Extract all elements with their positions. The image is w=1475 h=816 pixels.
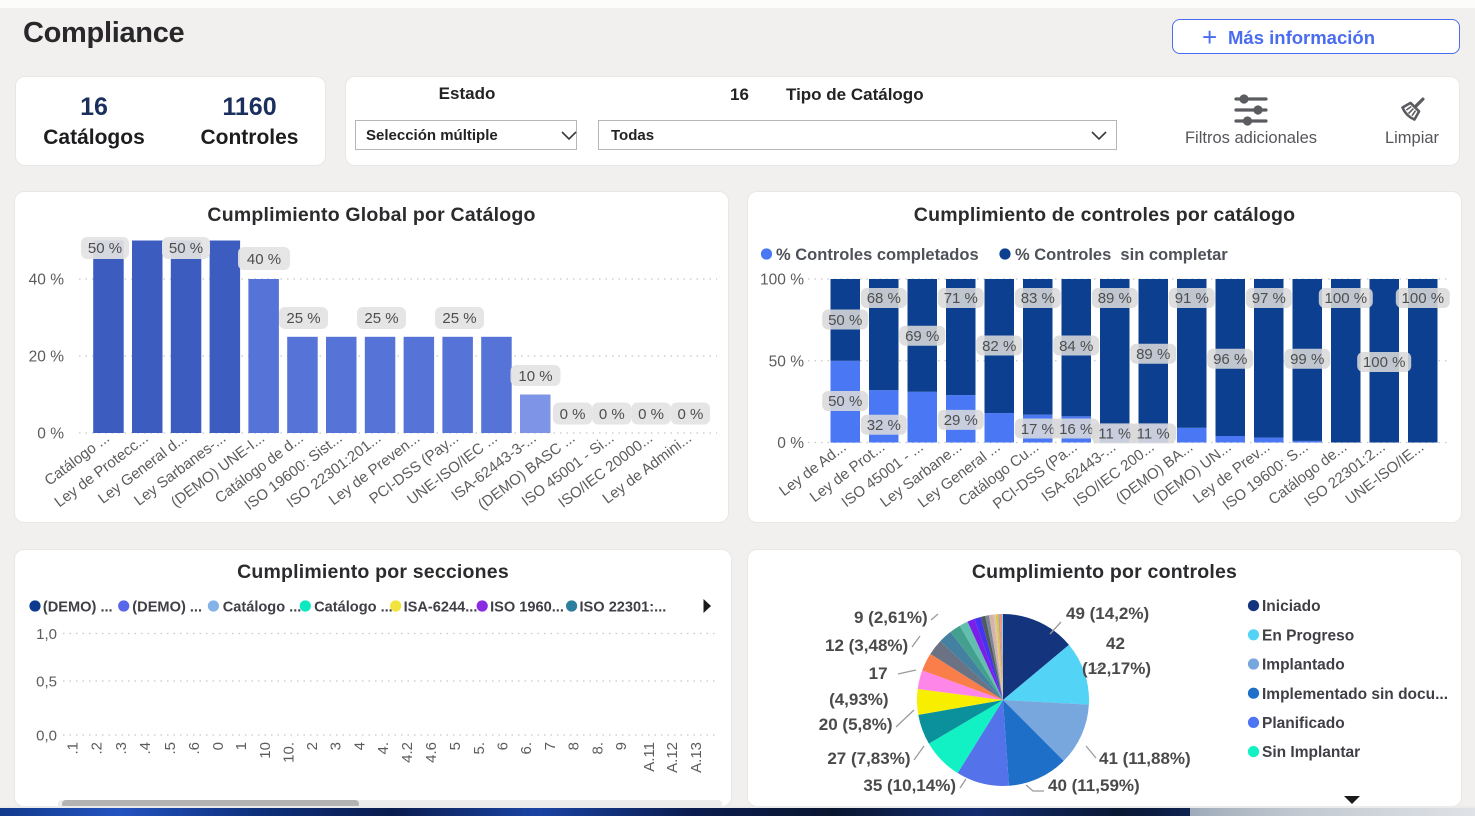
svg-text:6: 6 <box>495 742 512 750</box>
svg-text:35 (10,14%): 35 (10,14%) <box>863 776 956 795</box>
svg-text:Implementado sin docu...: Implementado sin docu... <box>1262 686 1448 703</box>
svg-text:Planificado: Planificado <box>1262 715 1345 732</box>
svg-text:2: 2 <box>304 742 321 750</box>
svg-text:89 %: 89 % <box>1136 346 1170 363</box>
svg-text:% Controles sin completar: % Controles sin completar <box>1015 246 1228 264</box>
svg-text:91 %: 91 % <box>1175 290 1209 307</box>
svg-text:40 %: 40 % <box>29 272 65 289</box>
svg-text:17 %: 17 % <box>1021 421 1055 438</box>
svg-text:5: 5 <box>447 742 464 750</box>
svg-text:ISO 22301:...: ISO 22301:... <box>580 600 667 616</box>
svg-text:20 %: 20 % <box>29 349 65 366</box>
svg-text:40 (11,59%): 40 (11,59%) <box>1048 776 1140 795</box>
svg-text:5.: 5. <box>471 742 488 755</box>
svg-text:10.: 10. <box>281 742 298 763</box>
svg-text:A.12: A.12 <box>664 742 681 773</box>
svg-text:9: 9 <box>613 742 630 750</box>
svg-text:4: 4 <box>352 742 369 750</box>
svg-text:4.6: 4.6 <box>423 742 440 763</box>
svg-text:0,0: 0,0 <box>36 728 57 745</box>
svg-text:% Controles completados: % Controles completados <box>776 246 979 264</box>
svg-text:.1: .1 <box>65 742 82 755</box>
svg-text:12 (3,48%): 12 (3,48%) <box>825 636 908 655</box>
svg-text:(DEMO) ...: (DEMO) ... <box>43 600 113 616</box>
svg-text:0 %: 0 % <box>777 435 804 452</box>
svg-text:17: 17 <box>869 664 888 683</box>
svg-text:84 %: 84 % <box>1059 338 1093 355</box>
svg-text:Catálogo ...: Catálogo ... <box>314 600 393 616</box>
svg-text:0: 0 <box>210 742 227 750</box>
svg-text:A.13: A.13 <box>688 742 705 773</box>
svg-text:25 %: 25 % <box>364 310 398 327</box>
svg-text:0 %: 0 % <box>677 406 703 423</box>
svg-text:6.: 6. <box>518 742 535 755</box>
svg-text:89 %: 89 % <box>1098 290 1132 307</box>
svg-text:82 %: 82 % <box>982 338 1016 355</box>
svg-text:41 (11,88%): 41 (11,88%) <box>1099 749 1191 768</box>
svg-text:83 %: 83 % <box>1021 290 1055 307</box>
svg-text:8.: 8. <box>590 742 607 755</box>
svg-text:49 (14,2%): 49 (14,2%) <box>1066 604 1149 623</box>
svg-text:20 (5,8%): 20 (5,8%) <box>819 715 893 734</box>
svg-text:32 %: 32 % <box>867 417 901 434</box>
svg-text:50 %: 50 % <box>828 312 862 329</box>
svg-text:0 %: 0 % <box>638 406 664 423</box>
svg-text:ISO 1960...: ISO 1960... <box>490 600 564 616</box>
svg-text:25 %: 25 % <box>286 310 320 327</box>
svg-text:100 %: 100 % <box>760 272 804 289</box>
svg-text:4.: 4. <box>375 742 392 755</box>
svg-text:0 %: 0 % <box>599 406 625 423</box>
svg-text:29 %: 29 % <box>944 412 978 429</box>
svg-text:16 %: 16 % <box>1059 421 1093 438</box>
svg-text:Iniciado: Iniciado <box>1262 598 1321 615</box>
svg-text:Sin Implantar: Sin Implantar <box>1262 744 1360 761</box>
svg-text:11 %: 11 % <box>1137 426 1170 443</box>
svg-text:ISA-6244...: ISA-6244... <box>404 600 478 616</box>
svg-text:71 %: 71 % <box>944 290 978 307</box>
svg-text:10 %: 10 % <box>518 368 552 385</box>
svg-text:68 %: 68 % <box>867 290 901 307</box>
svg-text:99 %: 99 % <box>1290 351 1324 368</box>
svg-text:3: 3 <box>328 742 345 750</box>
svg-text:42: 42 <box>1106 634 1125 653</box>
svg-text:96 %: 96 % <box>1213 351 1247 368</box>
svg-text:.6: .6 <box>186 742 203 755</box>
svg-text:69 %: 69 % <box>905 328 939 345</box>
svg-text:25 %: 25 % <box>442 310 476 327</box>
svg-text:8: 8 <box>566 742 583 750</box>
svg-text:0,5: 0,5 <box>36 674 57 691</box>
svg-text:97 %: 97 % <box>1252 290 1286 307</box>
svg-text:50 %: 50 % <box>169 240 203 257</box>
svg-text:A.11: A.11 <box>641 742 658 772</box>
svg-text:.4: .4 <box>137 742 154 755</box>
svg-text:.3: .3 <box>113 742 130 755</box>
svg-text:.2: .2 <box>89 742 106 755</box>
svg-text:27 (7,83%): 27 (7,83%) <box>827 749 910 768</box>
svg-text:100 %: 100 % <box>1363 354 1406 371</box>
svg-text:4.2: 4.2 <box>399 742 416 763</box>
svg-text:Catálogo ...: Catálogo ... <box>223 600 302 616</box>
svg-text:En Progreso: En Progreso <box>1262 627 1354 644</box>
svg-text:100 %: 100 % <box>1402 290 1445 307</box>
svg-text:11 %: 11 % <box>1098 426 1131 443</box>
svg-text:0 %: 0 % <box>37 426 64 443</box>
svg-text:(DEMO) ...: (DEMO) ... <box>132 600 202 616</box>
svg-text:7: 7 <box>542 742 559 750</box>
svg-text:9 (2,61%): 9 (2,61%) <box>854 608 928 627</box>
svg-text:1: 1 <box>233 742 250 750</box>
svg-text:40 %: 40 % <box>247 251 281 268</box>
svg-text:10: 10 <box>257 742 274 759</box>
svg-text:50 %: 50 % <box>88 240 122 257</box>
svg-text:.5: .5 <box>162 742 179 755</box>
svg-text:0 %: 0 % <box>560 406 586 423</box>
svg-text:1,0: 1,0 <box>36 626 57 643</box>
svg-text:(4,93%): (4,93%) <box>829 690 889 709</box>
svg-text:(12,17%): (12,17%) <box>1082 659 1151 678</box>
svg-text:100 %: 100 % <box>1325 290 1368 307</box>
svg-text:Implantado: Implantado <box>1262 657 1345 674</box>
svg-text:50 %: 50 % <box>769 353 805 370</box>
svg-text:50 %: 50 % <box>828 393 862 410</box>
